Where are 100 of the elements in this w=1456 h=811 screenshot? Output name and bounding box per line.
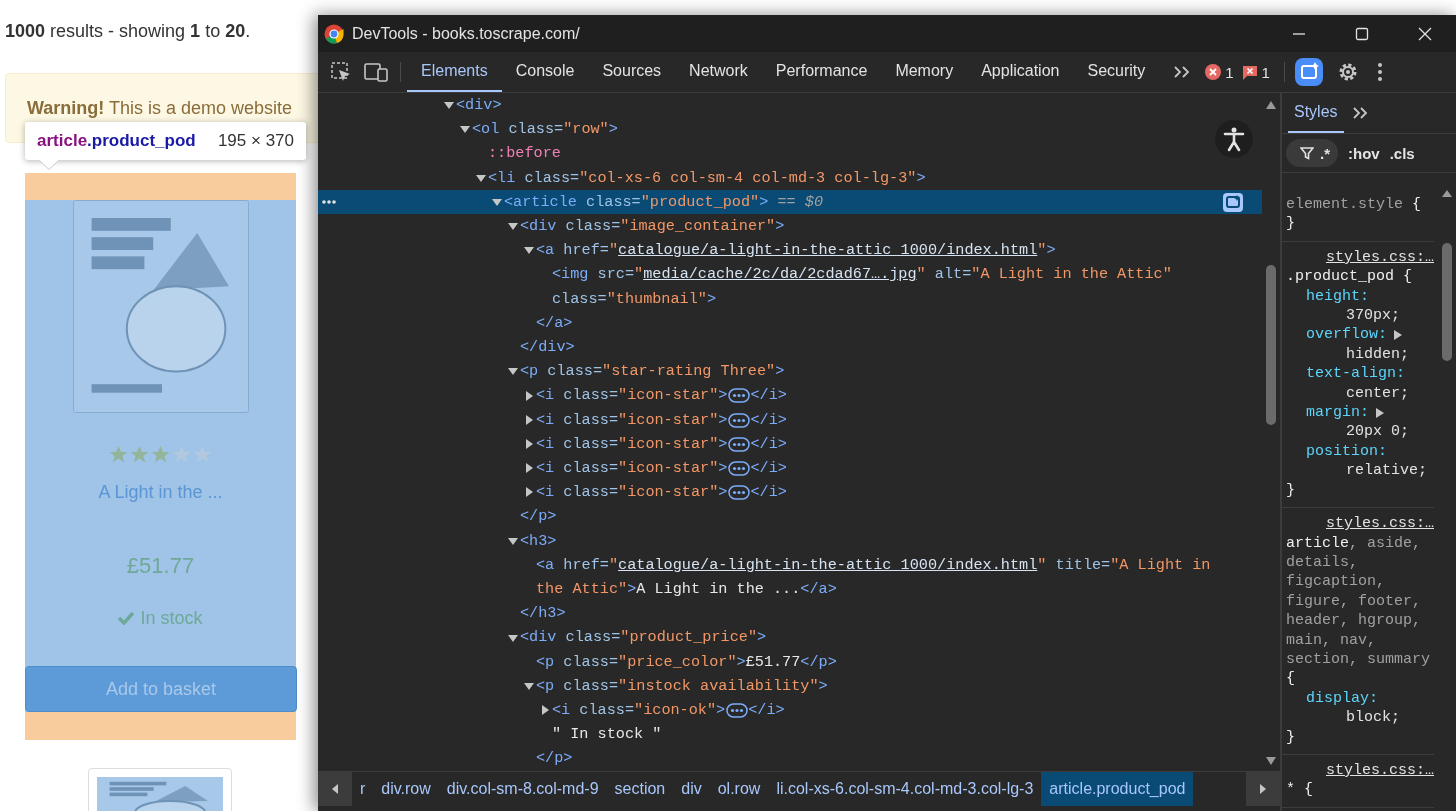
closing-tag: </i> [750, 456, 787, 481]
panel-tab[interactable]: Console [501, 52, 589, 92]
maximize-icon[interactable] [1354, 26, 1369, 41]
issue-count[interactable]: 1 [1261, 63, 1270, 81]
breadcrumb[interactable]: li.col-xs-6.col-sm-4.col-md-3.col-lg-3 [768, 772, 1042, 806]
class-toggle[interactable]: .cls [1389, 144, 1415, 162]
panel-tab[interactable]: Security [1073, 52, 1160, 92]
dom-node-text: <i class="icon-star"> [536, 458, 728, 480]
dom-node-text: <p class="instock availability"> [536, 675, 828, 697]
dom-node-text: <article class="product_pod"> == $0 [504, 191, 824, 213]
css-value[interactable]: block; [1306, 708, 1434, 728]
css-property[interactable]: margin: [1306, 403, 1369, 423]
stylesheet-link[interactable]: styles.css:… [1286, 514, 1434, 534]
panel-tab[interactable]: Application [967, 52, 1074, 92]
dom-node-text: <a href="catalogue/a-light-in-the-attic_1000/index.html"> [536, 240, 1056, 262]
triangle-left-icon [331, 783, 339, 795]
css-selector: * { [1286, 780, 1315, 800]
expand-triangle-icon[interactable] [524, 438, 534, 449]
ellipsis-icon[interactable] [728, 412, 751, 428]
collapse-triangle-icon[interactable] [508, 221, 518, 232]
dom-node-text: " In stock " [552, 724, 662, 746]
filter-field[interactable]: .* [1286, 139, 1338, 167]
css-value[interactable]: relative; [1306, 461, 1434, 481]
panel-tab[interactable]: Sources [588, 52, 676, 92]
css-value[interactable]: 20px 0; [1306, 422, 1434, 442]
expand-triangle-icon[interactable] [1375, 406, 1385, 419]
panel-tab[interactable]: Memory [881, 52, 968, 92]
collapse-triangle-icon[interactable] [444, 100, 454, 111]
regex-toggle[interactable]: .* [1320, 144, 1330, 162]
dom-node-text: <img src="media/cache/2c/da/2cdad67….jpg" alt="A Light in the Attic" class="thumbnail"> [552, 264, 1173, 310]
ellipsis-icon[interactable] [728, 388, 751, 404]
stylesheet-link[interactable]: styles.css:… [1286, 760, 1434, 781]
breadcrumb[interactable]: div.row [373, 772, 439, 806]
expand-triangle-icon[interactable] [524, 463, 534, 474]
checkmark-icon [118, 611, 135, 625]
device-toolbar-icon[interactable] [364, 62, 388, 82]
selected-dom-row[interactable]: <article class="product_pod"> == $0 [318, 189, 1262, 214]
accessibility-icon[interactable] [1214, 119, 1254, 159]
breadcrumb[interactable]: article.product_pod [1041, 772, 1194, 806]
closing-tag: </a> [536, 310, 573, 336]
collapse-triangle-icon[interactable] [524, 245, 534, 256]
dom-node-text: <div> [456, 95, 502, 116]
closing-brace: } [1286, 214, 1296, 234]
error-icon[interactable] [1205, 64, 1222, 80]
hover-state-toggle[interactable]: :hov [1348, 144, 1380, 162]
ai-assistance-icon[interactable] [1294, 58, 1323, 86]
more-dots-icon[interactable] [321, 198, 337, 205]
breadcrumb[interactable]: r [352, 772, 374, 806]
css-value[interactable]: hidden; [1306, 344, 1434, 365]
scroll-left-button[interactable] [318, 772, 352, 806]
ellipsis-icon[interactable] [726, 703, 749, 719]
breadcrumb[interactable]: ol.row [709, 772, 769, 806]
panel-tab[interactable]: Performance [761, 52, 882, 92]
stylesheet-link[interactable]: styles.css:… [1286, 247, 1434, 268]
collapse-triangle-icon[interactable] [492, 196, 502, 207]
collapse-triangle-icon[interactable] [508, 366, 518, 377]
expand-triangle-icon[interactable] [524, 487, 534, 498]
star-icon [130, 445, 149, 463]
collapse-triangle-icon[interactable] [476, 172, 486, 183]
dom-node-text: <div class="image_container"> [520, 216, 785, 237]
ellipsis-icon[interactable] [728, 436, 751, 452]
chevron-double-right-icon[interactable] [1173, 65, 1192, 79]
chevron-double-right-icon[interactable] [1351, 106, 1368, 120]
closing-brace: } [1286, 480, 1296, 501]
closing-tag: </i> [750, 431, 787, 457]
breadcrumb[interactable]: section [606, 772, 674, 806]
ellipsis-icon[interactable] [728, 485, 751, 501]
css-property[interactable]: text-align: [1306, 364, 1406, 384]
product-price: £51.77 [126, 553, 195, 579]
dom-node-text: <ol class="row"> [472, 119, 618, 141]
expand-triangle-icon[interactable] [1393, 329, 1403, 342]
inspect-icon[interactable] [330, 61, 352, 83]
breadcrumb[interactable]: div.col-sm-8.col-md-9 [438, 772, 607, 806]
expand-triangle-icon[interactable] [524, 414, 534, 425]
scroll-right-button[interactable] [1246, 772, 1280, 806]
error-count[interactable]: 1 [1225, 63, 1234, 81]
collapse-triangle-icon[interactable] [508, 535, 518, 546]
css-property[interactable]: display: [1306, 688, 1378, 709]
breadcrumb[interactable]: div [673, 772, 710, 806]
css-property[interactable]: overflow: [1306, 325, 1387, 345]
css-property[interactable]: height: [1306, 286, 1369, 307]
collapse-triangle-icon[interactable] [524, 680, 534, 691]
expand-triangle-icon[interactable] [524, 390, 534, 401]
css-property[interactable]: position: [1306, 441, 1387, 462]
panel-tab[interactable]: Network [675, 52, 762, 92]
expand-triangle-icon[interactable] [540, 705, 550, 716]
styles-tab[interactable]: Styles [1288, 93, 1344, 133]
closing-tag: </p> [536, 746, 573, 771]
availability-text: In stock [140, 607, 203, 629]
css-value[interactable]: 370px; [1306, 306, 1434, 326]
css-value[interactable]: center; [1306, 383, 1434, 404]
closing-tag: </p> [520, 504, 557, 529]
closing-tag: </i> [750, 383, 787, 408]
ellipsis-icon[interactable] [728, 461, 751, 477]
star-icon [109, 445, 128, 463]
close-icon[interactable] [1417, 26, 1432, 41]
message-icon[interactable] [1241, 64, 1258, 80]
more-menu-icon[interactable] [1376, 62, 1383, 82]
collapse-triangle-icon[interactable] [508, 632, 518, 643]
collapse-triangle-icon[interactable] [460, 124, 470, 135]
